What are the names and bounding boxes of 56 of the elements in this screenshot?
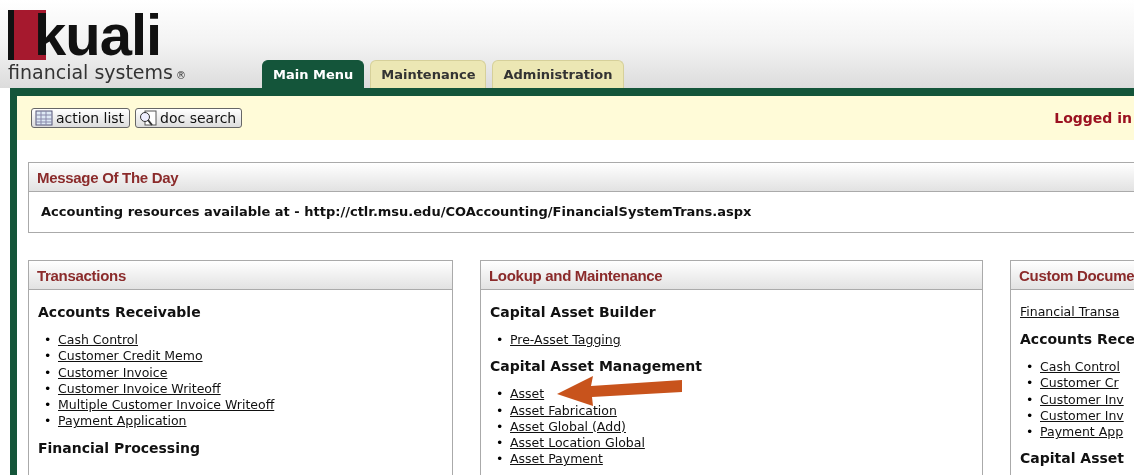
panel-title: Transactions [37, 266, 126, 284]
list-bullet: • [44, 380, 53, 398]
panel-title: Custom Docume [1019, 266, 1134, 284]
menu-link[interactable]: Customer Inv [1040, 391, 1124, 407]
menu-link[interactable]: Customer Invoice [58, 364, 168, 380]
menu-link[interactable]: Asset Payment [510, 451, 603, 467]
menu-link[interactable]: Asset Global (Add) [510, 418, 626, 434]
magnifier-icon [139, 110, 158, 126]
toolbar-button[interactable]: doc search [135, 108, 243, 128]
list-bullet: • [44, 397, 53, 414]
list-bullet: • [1026, 424, 1035, 441]
list-bullet: • [44, 348, 53, 365]
logo-tagline: financial systems [8, 60, 173, 84]
section-heading: Accounts Receivable [38, 304, 202, 320]
section-heading: Capital Asset [1020, 450, 1126, 467]
menu-link[interactable]: Asset Fabrication [510, 402, 617, 418]
list-bullet: • [44, 332, 53, 349]
list-bullet: • [496, 402, 505, 419]
message-text: Accounting resources available at - http://ctlr.msu.edu/COAccounting/FinancialSystemTrans.aspx [40, 203, 753, 221]
menu-link[interactable]: Customer Inv [1040, 407, 1124, 423]
menu-link[interactable]: Payment Application [58, 413, 187, 429]
list-bullet: • [496, 435, 505, 452]
toolbar-button[interactable]: action list [31, 108, 131, 128]
menu-link[interactable]: Multiple Customer Invoice Writeoff [58, 397, 275, 413]
nav-tab[interactable]: Main Menu [262, 60, 365, 88]
list-bullet: • [496, 386, 505, 403]
document-link[interactable]: Financial Transa [1020, 304, 1134, 319]
menu-link[interactable]: Payment App [1040, 424, 1124, 440]
list-bullet: • [44, 364, 53, 381]
menu-link[interactable]: Pre-Asset Tagging [510, 332, 621, 347]
section-heading: Capital Asset Management [490, 358, 703, 375]
list-bullet: • [496, 332, 505, 349]
menu-link[interactable]: Cash Control [1040, 359, 1120, 374]
list-bullet: • [496, 418, 505, 436]
section-heading: Accounts Rece [1020, 331, 1134, 347]
section-heading: Capital Asset Builder [490, 304, 657, 320]
table-icon [35, 110, 53, 126]
registered-mark: ® [176, 70, 186, 81]
login-status: Logged in [1054, 110, 1133, 126]
menu-link[interactable]: Asset [510, 386, 545, 402]
menu-link[interactable]: Cash Control [58, 332, 138, 347]
list-bullet: • [496, 451, 505, 468]
menu-link[interactable]: Customer Cr [1040, 375, 1119, 391]
list-bullet: • [44, 413, 53, 430]
list-bullet: • [1026, 391, 1035, 408]
menu-link[interactable]: Asset Location Global [510, 435, 645, 451]
panel-title: Lookup and Maintenance [489, 266, 663, 284]
section-heading: Financial Processing [38, 439, 201, 456]
nav-tab[interactable]: Maintenance [370, 60, 487, 88]
panel-title: Message Of The Day [37, 168, 179, 186]
nav-tab[interactable]: Administration [492, 60, 624, 88]
list-bullet: • [1026, 359, 1035, 376]
list-bullet: • [1026, 407, 1035, 425]
list-bullet: • [1026, 375, 1035, 392]
menu-link[interactable]: Customer Invoice Writeoff [58, 380, 221, 396]
menu-link[interactable]: Customer Credit Memo [58, 348, 203, 364]
